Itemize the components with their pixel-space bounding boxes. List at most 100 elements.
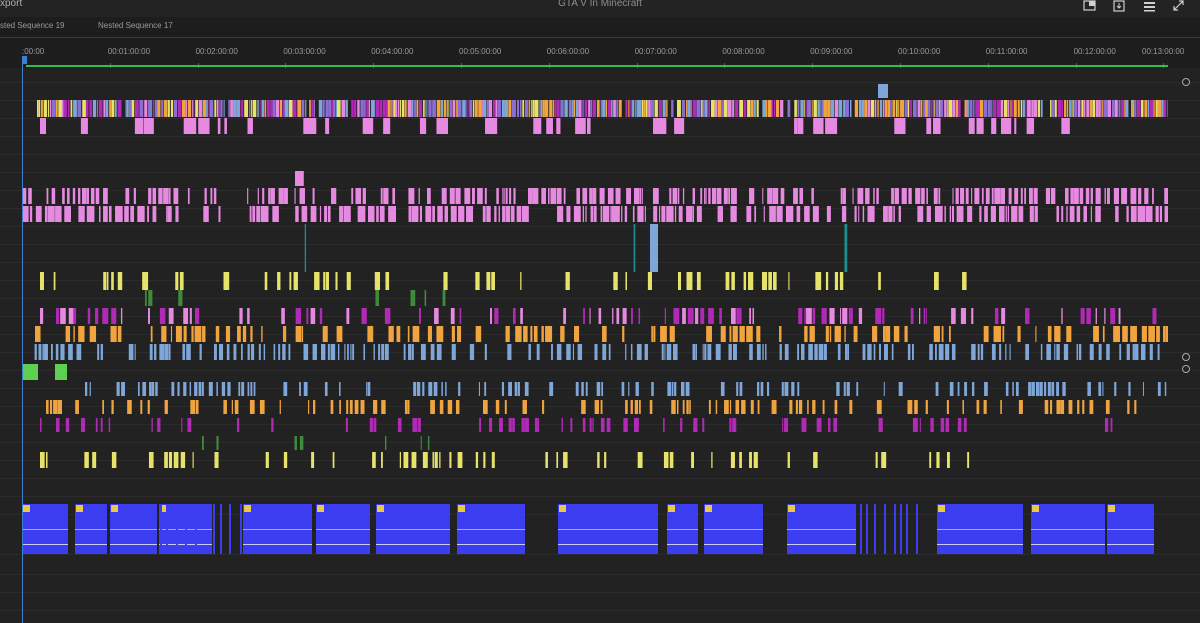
timeline-clip[interactable] — [717, 206, 724, 222]
timeline-clip[interactable] — [78, 206, 85, 222]
timeline-clip[interactable] — [75, 400, 79, 414]
timeline-clip[interactable] — [708, 100, 711, 117]
timeline-clip[interactable] — [1107, 188, 1109, 204]
timeline-clip[interactable] — [1093, 326, 1099, 342]
timeline-clip[interactable] — [661, 344, 664, 360]
timeline-clip[interactable] — [474, 100, 478, 117]
timeline-clip[interactable] — [801, 418, 807, 432]
timeline-clip[interactable] — [134, 344, 136, 360]
timeline-clip[interactable] — [883, 382, 885, 396]
timeline-clip[interactable] — [134, 100, 139, 117]
timeline-clip[interactable] — [773, 100, 776, 117]
timeline-clip[interactable] — [213, 188, 217, 204]
timeline-clip[interactable] — [1017, 326, 1021, 342]
timeline-clip[interactable] — [95, 418, 98, 432]
timeline-clip[interactable] — [215, 326, 220, 342]
timeline-clip[interactable] — [488, 100, 493, 117]
timeline-clip[interactable] — [332, 452, 335, 468]
timeline-clip[interactable] — [450, 308, 455, 324]
audio-clip[interactable] — [874, 504, 876, 554]
timeline-clip[interactable] — [539, 100, 541, 117]
timeline-clip[interactable] — [823, 344, 827, 360]
timeline-clip[interactable] — [168, 344, 171, 360]
timeline-clip[interactable] — [289, 272, 292, 290]
timeline-clip[interactable] — [864, 100, 868, 117]
timeline-clip[interactable] — [524, 100, 529, 117]
timeline-clip[interactable] — [607, 188, 614, 204]
timeline-clip[interactable] — [616, 308, 620, 324]
timeline-clip[interactable] — [1072, 100, 1074, 117]
timeline-clip[interactable] — [209, 100, 214, 117]
timeline-clip[interactable] — [504, 188, 506, 204]
timeline-clip[interactable] — [366, 100, 369, 117]
timeline-clip[interactable] — [661, 206, 666, 222]
timeline-clip[interactable] — [537, 418, 540, 432]
timeline-clip[interactable] — [907, 400, 913, 414]
timeline-clip[interactable] — [330, 400, 334, 414]
timeline-clip[interactable] — [811, 100, 813, 117]
timeline-clip[interactable] — [944, 206, 946, 222]
timeline-clip[interactable] — [150, 326, 153, 342]
timeline-clip[interactable] — [540, 100, 543, 117]
timeline-clip[interactable] — [496, 188, 499, 204]
timeline-clip[interactable] — [494, 308, 499, 324]
timeline-clip[interactable] — [1029, 206, 1034, 222]
timeline-clip[interactable] — [301, 206, 308, 222]
timeline-clip[interactable] — [962, 400, 964, 414]
timeline-clip[interactable] — [373, 418, 377, 432]
timeline-clip[interactable] — [862, 206, 865, 222]
timeline-clip[interactable] — [516, 206, 522, 222]
timeline-clip[interactable] — [981, 188, 984, 204]
timeline-clip[interactable] — [264, 100, 267, 117]
timeline-clip[interactable] — [1166, 100, 1168, 117]
timeline-clip[interactable] — [411, 206, 419, 222]
timeline-clip[interactable] — [912, 100, 917, 117]
timeline-clip[interactable] — [637, 100, 642, 117]
timeline-clip[interactable] — [407, 400, 410, 414]
timeline-clip[interactable] — [685, 382, 690, 396]
timeline-clip[interactable] — [704, 188, 706, 204]
menu-icon[interactable] — [1143, 0, 1157, 12]
timeline-clip[interactable] — [1011, 100, 1014, 117]
timeline-clip[interactable] — [1101, 100, 1103, 117]
timeline-clip[interactable] — [779, 326, 782, 342]
timeline-clip[interactable] — [344, 344, 346, 360]
timeline-clip[interactable] — [383, 188, 389, 204]
timeline-clip[interactable] — [753, 100, 756, 117]
timeline-clip[interactable] — [720, 382, 725, 396]
timeline-clip[interactable] — [993, 326, 998, 342]
timeline-clip[interactable] — [582, 188, 588, 204]
timeline-clip[interactable] — [686, 400, 689, 414]
timeline-clip[interactable] — [696, 206, 702, 222]
timeline-clip[interactable] — [515, 326, 522, 342]
timeline-clip[interactable] — [109, 100, 112, 117]
timeline-clip[interactable] — [161, 326, 167, 342]
timeline-clip[interactable] — [960, 308, 967, 324]
timeline-clip[interactable] — [919, 308, 921, 324]
timeline-clip[interactable] — [250, 344, 255, 360]
timeline-clip[interactable] — [634, 188, 640, 204]
timeline-clip[interactable] — [1136, 100, 1141, 117]
timeline-clip[interactable] — [962, 272, 967, 290]
timeline-clip[interactable] — [220, 100, 223, 117]
audio-clip[interactable] — [906, 504, 908, 554]
timeline-clip[interactable] — [436, 100, 441, 117]
timeline-clip[interactable] — [1054, 100, 1057, 117]
timeline-clip[interactable] — [837, 344, 841, 360]
timeline-clip[interactable] — [89, 100, 93, 117]
timeline-clip[interactable] — [100, 344, 103, 360]
timeline-clip[interactable] — [588, 100, 591, 117]
fx-icon[interactable] — [1108, 505, 1115, 512]
timeline-clip[interactable] — [600, 418, 605, 432]
timeline-clip[interactable] — [1000, 400, 1002, 414]
timeline-clip[interactable] — [625, 400, 628, 414]
timeline-clip[interactable] — [747, 100, 751, 117]
timeline-clip[interactable] — [511, 100, 516, 117]
timeline-clip[interactable] — [434, 452, 438, 468]
timeline-clip[interactable] — [175, 272, 179, 290]
timeline-clip[interactable] — [97, 344, 100, 360]
timeline-clip[interactable] — [957, 418, 962, 432]
scroll-handle-middle-upper[interactable] — [1182, 353, 1190, 361]
timeline-clip[interactable] — [1034, 206, 1038, 222]
timeline-clip[interactable] — [566, 206, 571, 222]
